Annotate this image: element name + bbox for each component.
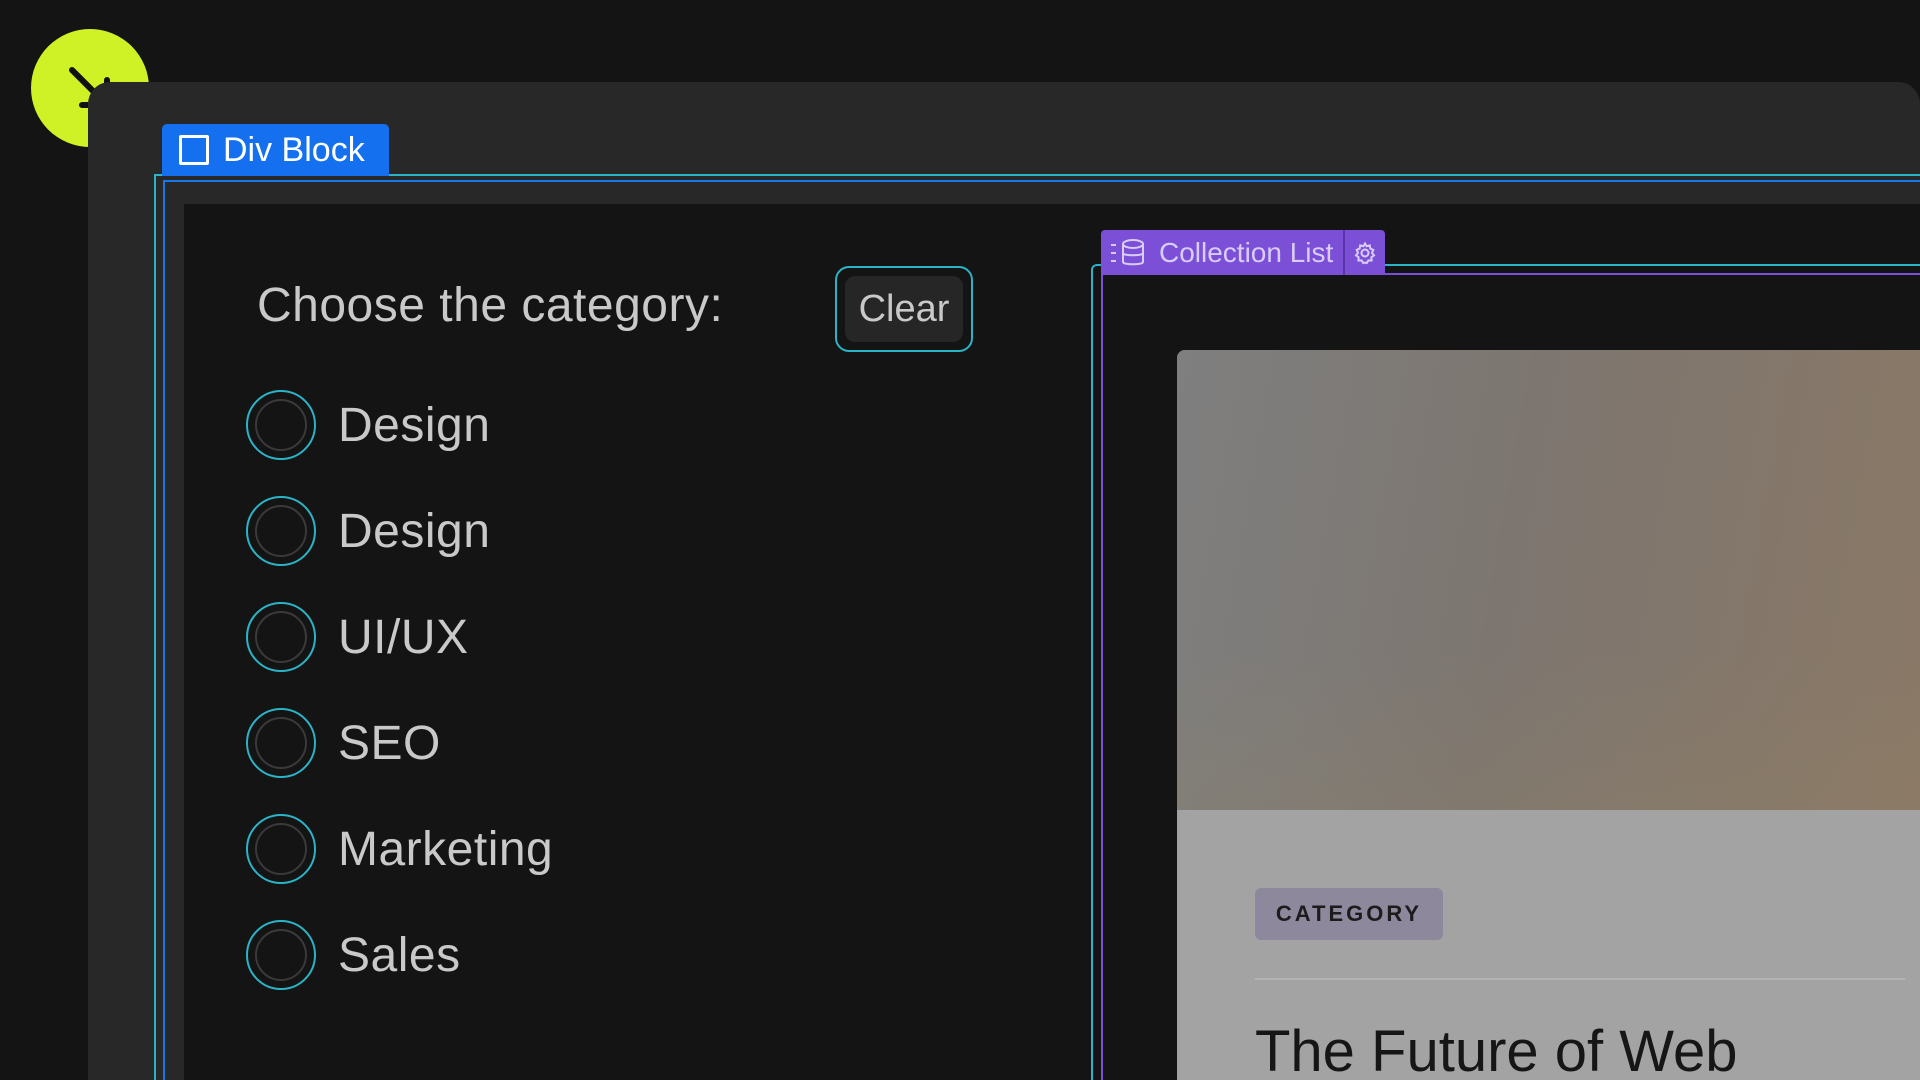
radio-button[interactable] [246, 602, 316, 672]
gear-icon [1354, 241, 1376, 264]
database-icon [1111, 238, 1144, 265]
radio-button[interactable] [246, 814, 316, 884]
category-option[interactable]: Sales [246, 920, 461, 990]
category-option[interactable]: Design [246, 390, 490, 460]
category-option[interactable]: SEO [246, 708, 441, 778]
radio-button[interactable] [246, 708, 316, 778]
blog-card[interactable]: CATEGORY The Future of Web [1177, 350, 1920, 1080]
radio-button[interactable] [246, 920, 316, 990]
div-block-element-tag[interactable]: Div Block [162, 124, 389, 176]
category-option[interactable]: UI/UX [246, 602, 469, 672]
radio-button[interactable] [246, 390, 316, 460]
clear-button[interactable]: Clear [835, 266, 973, 352]
category-label: Design [338, 398, 491, 452]
collection-list-element-tag[interactable]: Collection List [1101, 230, 1386, 275]
card-image [1177, 350, 1920, 810]
clear-button-label: Clear [845, 276, 963, 342]
category-badge: CATEGORY [1255, 888, 1443, 940]
category-label: SEO [338, 716, 441, 770]
radio-button[interactable] [246, 496, 316, 566]
card-divider [1255, 978, 1905, 980]
category-label: Design [338, 504, 491, 558]
category-label: Marketing [338, 822, 554, 876]
collection-list-tag-label: Collection List [1159, 236, 1334, 268]
card-title[interactable]: The Future of Web [1255, 1018, 1738, 1080]
category-option[interactable]: Marketing [246, 814, 553, 884]
category-label: Sales [338, 928, 461, 982]
category-option[interactable]: Design [246, 496, 490, 566]
filter-title: Choose the category: [257, 279, 724, 332]
settings-button[interactable] [1343, 230, 1385, 275]
square-icon [179, 135, 209, 165]
div-block-tag-label: Div Block [223, 130, 365, 169]
category-label: UI/UX [338, 610, 469, 664]
